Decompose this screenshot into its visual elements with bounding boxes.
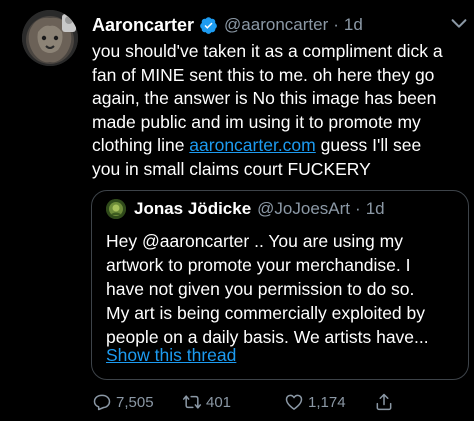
tweet-text-line: made public and im using it to promote m… (92, 111, 421, 132)
author-avatar[interactable] (22, 10, 78, 66)
tweet[interactable]: Aaroncarter @aaroncarter · 1d you should… (0, 0, 474, 421)
retweet-count: 401 (206, 393, 232, 411)
tweet-text-line: you should've taken it as a compliment d… (92, 41, 443, 61)
chevron-down-icon[interactable] (448, 13, 470, 33)
tweet-text-line: clothing line aaroncarter.com guess I'll… (92, 134, 470, 158)
retweet-icon (182, 395, 202, 409)
quote-text-line: artwork to promote your merchandise. I (106, 255, 411, 275)
quote-header-separator: · (355, 199, 361, 218)
quote-timestamp[interactable]: 1d (366, 199, 385, 219)
like-icon (285, 394, 303, 410)
reply-icon (93, 394, 111, 411)
reply-button[interactable]: 7,505 (92, 390, 154, 414)
quote-header: Jonas Jödicke @JoJoesArt · 1d (134, 197, 385, 221)
quoted-tweet[interactable]: Jonas Jödicke @JoJoesArt · 1d Hey @aaron… (91, 190, 469, 380)
quote-author-name[interactable]: Jonas Jödicke (134, 199, 251, 219)
tweet-text: you should've taken it as a compliment d… (92, 40, 470, 181)
retweet-button[interactable]: 401 (182, 390, 231, 414)
tweet-timestamp[interactable]: 1d (344, 15, 363, 35)
reply-count: 7,505 (116, 393, 154, 411)
show-thread-link[interactable]: Show this thread (106, 345, 236, 366)
quote-text-line: My art is being commercially exploited b… (106, 303, 426, 323)
tweet-link[interactable]: aaroncarter.com (189, 135, 315, 155)
share-button[interactable] (374, 390, 398, 414)
tweet-text-line: fan of MINE sent this to me. oh here the… (92, 64, 435, 85)
tweet-text-segment: guess I'll see (315, 135, 422, 155)
share-icon (376, 393, 392, 411)
quote-text-line: have not given you permission to do so. (106, 279, 415, 299)
tweet-header: Aaroncarter @aaroncarter · 1d (92, 12, 363, 38)
quote-text: Hey @aaroncarter .. You are using my art… (106, 229, 464, 349)
header-separator: · (333, 15, 339, 34)
quote-author-avatar[interactable] (106, 199, 126, 219)
like-button[interactable]: 1,174 (284, 390, 346, 414)
tweet-text-line: you in small claims court FUCKERY (92, 158, 371, 179)
like-count: 1,174 (308, 393, 346, 411)
quote-text-line: Hey @aaroncarter .. You are using my (106, 231, 403, 251)
verified-badge-icon (200, 16, 217, 34)
tweet-actions: 7,505 401 1,174 (92, 390, 472, 414)
quote-author-handle[interactable]: @JoJoesArt (257, 199, 350, 219)
tweet-text-line: again, the answer is No this image has b… (92, 88, 437, 108)
tweet-text-segment: clothing line (92, 135, 190, 155)
author-handle[interactable]: @aaroncarter (224, 15, 328, 35)
author-name[interactable]: Aaroncarter (92, 15, 194, 36)
